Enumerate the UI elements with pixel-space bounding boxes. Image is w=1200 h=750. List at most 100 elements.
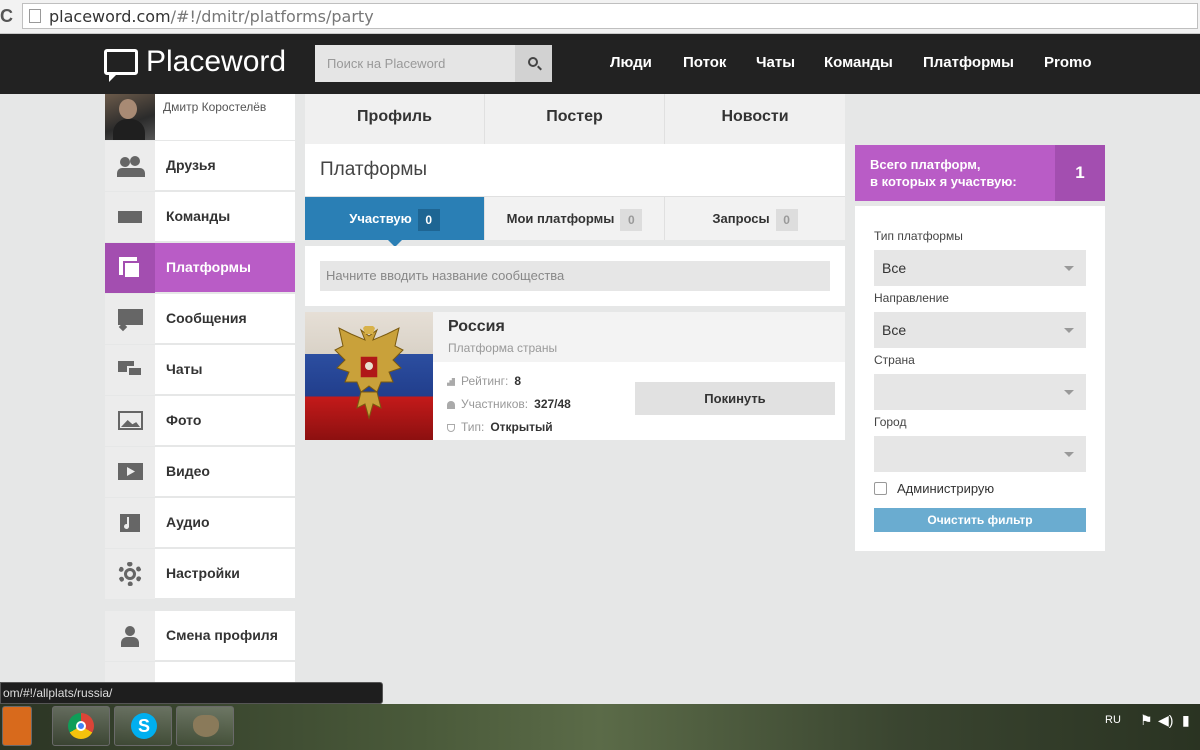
total-label: Всего платформ, в которых я участвую: (870, 157, 1017, 189)
skype-taskbar-button[interactable]: S (114, 706, 172, 746)
sidebar-item-photo[interactable]: Фото (105, 396, 295, 446)
reload-icon[interactable]: C (0, 6, 18, 26)
page-icon (29, 9, 41, 23)
subtab-label: Участвую (349, 211, 412, 226)
clear-filter-button[interactable]: Очистить фильтр (874, 508, 1086, 532)
platform-image[interactable] (305, 312, 433, 440)
platform-name[interactable]: Россия (448, 318, 505, 336)
sidebar-item-chats[interactable]: Чаты (105, 345, 295, 395)
filter-direction-label: Направление (874, 291, 949, 305)
platform-type: Платформа страны (448, 341, 558, 355)
filter-type-select[interactable]: Все (874, 250, 1086, 286)
filter-city-label: Город (874, 415, 907, 429)
sidebar-item-label: Аудио (166, 514, 210, 530)
sidebar-item-label: Смена профиля (166, 627, 278, 643)
search-button[interactable] (515, 45, 552, 82)
user-card[interactable]: Дмитр Коростелёв (105, 94, 295, 140)
subtab-requests[interactable]: Запросы 0 (665, 197, 845, 240)
page-title: Платформы (320, 159, 428, 180)
media-player-icon[interactable] (2, 706, 32, 746)
dropdown-arrow-icon (1064, 266, 1074, 271)
community-search-input[interactable]: Начните вводить название сообщества (320, 261, 830, 291)
logo-text: Placeword (146, 45, 287, 78)
sidebar-item-label: Чаты (166, 361, 203, 377)
nav-chats[interactable]: Чаты (756, 54, 795, 71)
platform-rating: Рейтинг: 8 (447, 374, 521, 388)
sidebar-item-label: Настройки (166, 565, 240, 581)
sidebar-item-platforms[interactable]: Платформы (105, 243, 295, 293)
platform-kind: Тип: Открытый (447, 420, 553, 434)
community-filter: Начните вводить название сообщества (305, 246, 845, 306)
dropdown-arrow-icon (1064, 328, 1074, 333)
shield-icon (447, 423, 455, 432)
filter-direction-select[interactable]: Все (874, 312, 1086, 348)
nav-platforms[interactable]: Платформы (923, 54, 1014, 71)
subtab-participating[interactable]: Участвую 0 (305, 197, 485, 247)
sidebar-item-switch-profile[interactable]: Смена профиля (105, 611, 295, 661)
platform-members: Участников: 327/48 (447, 397, 571, 411)
flag-icon[interactable]: ⚑ (1140, 712, 1153, 729)
link-status-bar: om/#!/allplats/russia/ (0, 682, 383, 704)
subtab-my-platforms[interactable]: Мои платформы 0 (485, 197, 665, 240)
taskbar: S RU ⚑ ◀) ▮ (0, 704, 1200, 750)
nav-promo[interactable]: Promo (1044, 54, 1092, 71)
sidebar-item-label: Команды (166, 208, 231, 224)
network-icon[interactable]: ▮ (1182, 712, 1190, 729)
admin-checkbox-label: Администрирую (897, 481, 995, 496)
skype-icon: S (131, 713, 157, 739)
site-header: Placeword Поиск на Placeword Люди Поток … (0, 34, 1200, 94)
count-badge: 0 (620, 208, 643, 231)
search-input[interactable]: Поиск на Placeword (315, 45, 515, 82)
dropdown-arrow-icon (1064, 452, 1074, 457)
bar-chart-icon (447, 377, 455, 386)
platform-card-header: Россия Платформа страны (433, 312, 845, 362)
dropdown-arrow-icon (1064, 390, 1074, 395)
filter-city-select[interactable] (874, 436, 1086, 472)
gimp-taskbar-button[interactable] (176, 706, 234, 746)
nav-teams[interactable]: Команды (824, 54, 893, 71)
sidebar-item-teams[interactable]: Команды (105, 192, 295, 242)
total-count: 1 (1055, 145, 1105, 201)
volume-icon[interactable]: ◀) (1158, 712, 1173, 729)
profile-tabs: Профиль Постер Новости (305, 94, 845, 144)
gimp-icon (193, 715, 219, 737)
total-platforms-box: Всего платформ, в которых я участвую: 1 (855, 145, 1105, 201)
sidebar-item-label: Друзья (166, 157, 216, 173)
filter-country-select[interactable] (874, 374, 1086, 410)
tab-poster[interactable]: Постер (485, 94, 665, 144)
subtab-label: Запросы (712, 211, 770, 226)
section-header: Платформы (305, 144, 845, 196)
sidebar-item-label: Фото (166, 412, 202, 428)
logo-bubble-icon (104, 49, 138, 82)
sidebar-item-label: Платформы (166, 259, 251, 275)
count-badge: 0 (775, 208, 798, 231)
user-name: Дмитр Коростелёв (163, 100, 267, 114)
subtab-label: Мои платформы (506, 211, 615, 226)
chrome-taskbar-button[interactable] (52, 706, 110, 746)
person-icon (447, 400, 455, 409)
coat-of-arms-icon (334, 326, 404, 420)
sidebar-item-settings[interactable]: Настройки (105, 549, 295, 599)
url-host: placeword.com (49, 7, 171, 26)
sidebar-item-label: Видео (166, 463, 210, 479)
sidebar-item-audio[interactable]: Аудио (105, 498, 295, 548)
chrome-icon (68, 713, 94, 739)
address-bar[interactable]: placeword.com/#!/dmitr/platforms/party (22, 3, 1198, 29)
platform-card: Россия Платформа страны Рейтинг: 8 Участн… (305, 312, 845, 440)
sidebar-item-friends[interactable]: Друзья (105, 141, 295, 191)
tab-news[interactable]: Новости (665, 94, 845, 144)
url-path: /#!/dmitr/platforms/party (170, 7, 374, 26)
tab-profile[interactable]: Профиль (305, 94, 485, 144)
leave-button[interactable]: Покинуть (635, 382, 835, 415)
filter-panel: Тип платформы Все Направление Все Страна… (855, 206, 1105, 551)
browser-toolbar: C placeword.com/#!/dmitr/platforms/party (0, 0, 1200, 34)
sidebar-item-video[interactable]: Видео (105, 447, 295, 497)
platform-subtabs: Участвую 0 Мои платформы 0 Запросы 0 (305, 196, 845, 247)
language-indicator[interactable]: RU (1105, 714, 1121, 726)
nav-people[interactable]: Люди (610, 54, 652, 71)
sidebar-item-messages[interactable]: Сообщения (105, 294, 295, 344)
sidebar-item-label: Сообщения (166, 310, 247, 326)
admin-checkbox[interactable] (874, 482, 887, 495)
nav-stream[interactable]: Поток (683, 54, 726, 71)
count-badge: 0 (417, 208, 440, 231)
